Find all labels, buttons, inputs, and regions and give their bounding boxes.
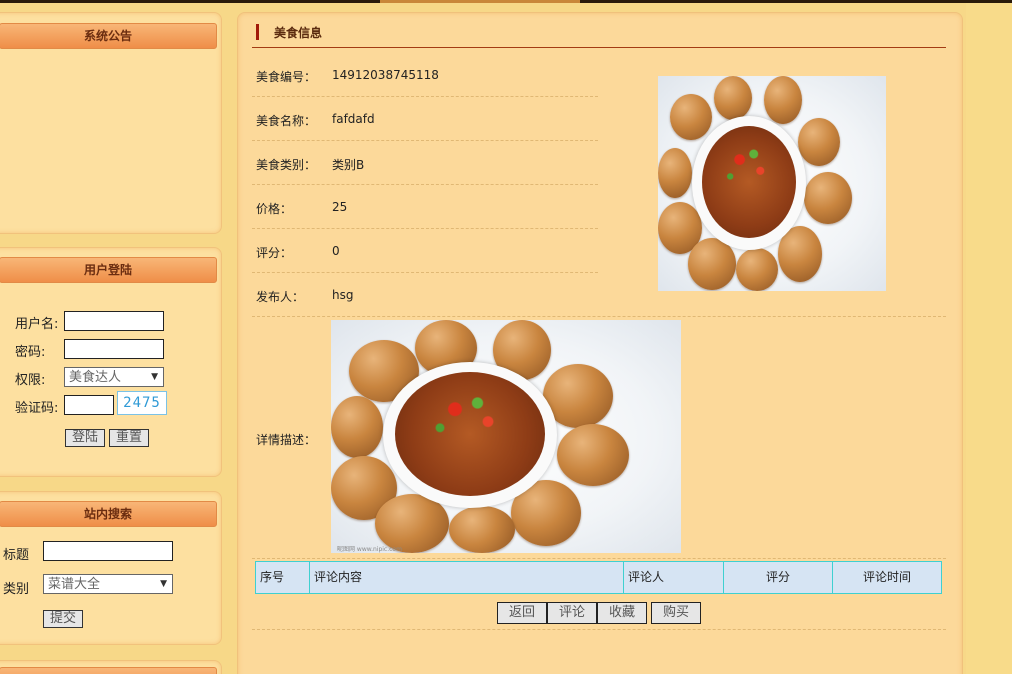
field-value: 14912038745118 (332, 68, 439, 82)
field-row-name: 美食名称： fafdafd (252, 97, 598, 141)
role-select-value: 美食达人 (69, 370, 122, 385)
chevron-down-icon: ▼ (160, 579, 167, 589)
search-title-label: 标题 (3, 548, 30, 563)
username-label: 用户名: (15, 317, 59, 332)
field-label: 发布人： (256, 290, 305, 304)
comments-table-header: 序号 评论内容 评论人 评分 评论时间 (255, 561, 942, 594)
search-category-label: 类别 (3, 582, 30, 597)
notice-panel-title: 系统公告 (0, 23, 217, 49)
notice-panel: 系统公告 (0, 12, 222, 234)
food-thumbnail-image (658, 76, 886, 291)
column-header-rating: 评分 (724, 562, 833, 593)
field-value: 25 (332, 200, 348, 214)
login-panel: 用户登陆 用户名: 密码: 权限: 美食达人 ▼ 验证码: 2475 登陆 重置 (0, 247, 222, 477)
search-category-select[interactable]: 菜谱大全 ▼ (43, 574, 173, 594)
description-label: 详情描述： (256, 433, 317, 447)
egg (449, 506, 515, 553)
food-description-image: 昵图网 www.nipic.com (331, 320, 681, 553)
food-detail-header: 美食信息 (252, 21, 946, 48)
egg (714, 76, 752, 120)
column-header-index: 序号 (256, 562, 310, 593)
login-panel-title: 用户登陆 (0, 257, 217, 283)
egg (804, 172, 852, 224)
reset-button[interactable]: 重置 (109, 429, 149, 447)
role-label: 权限: (15, 373, 46, 388)
page-title: 美食信息 (274, 26, 323, 40)
field-row-price: 价格： 25 (252, 185, 598, 229)
field-row-category: 美食类别： 类别B (252, 141, 598, 185)
password-input[interactable] (64, 339, 164, 359)
egg (798, 118, 840, 166)
captcha-label: 验证码: (15, 401, 59, 416)
chevron-down-icon: ▼ (151, 372, 158, 382)
role-select[interactable]: 美食达人 ▼ (64, 367, 164, 387)
buy-button[interactable]: 购买 (651, 602, 701, 624)
captcha-input[interactable] (64, 395, 114, 415)
search-category-value: 菜谱大全 (48, 577, 101, 592)
search-panel-title: 站内搜索 (0, 501, 217, 527)
field-label: 美食编号： (256, 70, 317, 84)
egg (557, 424, 629, 486)
egg (736, 248, 778, 291)
bottom-divider (252, 629, 946, 630)
back-button[interactable]: 返回 (497, 602, 547, 624)
column-header-content: 评论内容 (310, 562, 624, 593)
egg (658, 148, 692, 198)
section-divider (252, 558, 946, 559)
search-submit-button[interactable]: 提交 (43, 610, 83, 628)
column-header-commenter: 评论人 (624, 562, 724, 593)
username-input[interactable] (64, 311, 164, 331)
egg (764, 76, 802, 124)
search-title-input[interactable] (43, 541, 173, 561)
field-label: 美食类别： (256, 158, 317, 172)
food-detail-panel: 美食信息 美食编号： 14912038745118 美食名称： fafdafd … (237, 12, 963, 674)
field-row-rating: 评分： 0 (252, 229, 598, 273)
sidebar-next-panel (0, 660, 222, 674)
egg (670, 94, 712, 140)
field-value: fafdafd (332, 112, 375, 126)
field-value: 类别B (332, 158, 365, 172)
column-header-time: 评论时间 (862, 570, 911, 584)
minced-meat (702, 126, 796, 238)
field-label: 美食名称： (256, 114, 317, 128)
field-label: 价格： (256, 202, 293, 216)
sidebar-next-panel-title (0, 667, 217, 674)
heading-accent-bar (256, 24, 259, 40)
captcha-image[interactable]: 2475 (117, 391, 167, 415)
egg (331, 396, 383, 458)
login-button[interactable]: 登陆 (65, 429, 105, 447)
image-watermark: 昵图网 www.nipic.com (337, 546, 402, 553)
top-strip-glow (380, 0, 580, 3)
minced-meat (395, 372, 545, 496)
top-strip (0, 0, 1012, 3)
field-row-id: 美食编号： 14912038745118 (252, 53, 598, 97)
page-right-band (966, 3, 1012, 674)
field-label: 评分： (256, 246, 293, 260)
field-value: 0 (332, 244, 340, 258)
field-value: hsg (332, 288, 354, 302)
search-panel: 站内搜索 标题 类别 菜谱大全 ▼ 提交 (0, 491, 222, 645)
favorite-button[interactable]: 收藏 (597, 602, 647, 624)
comment-button[interactable]: 评论 (547, 602, 597, 624)
password-label: 密码: (15, 345, 46, 360)
